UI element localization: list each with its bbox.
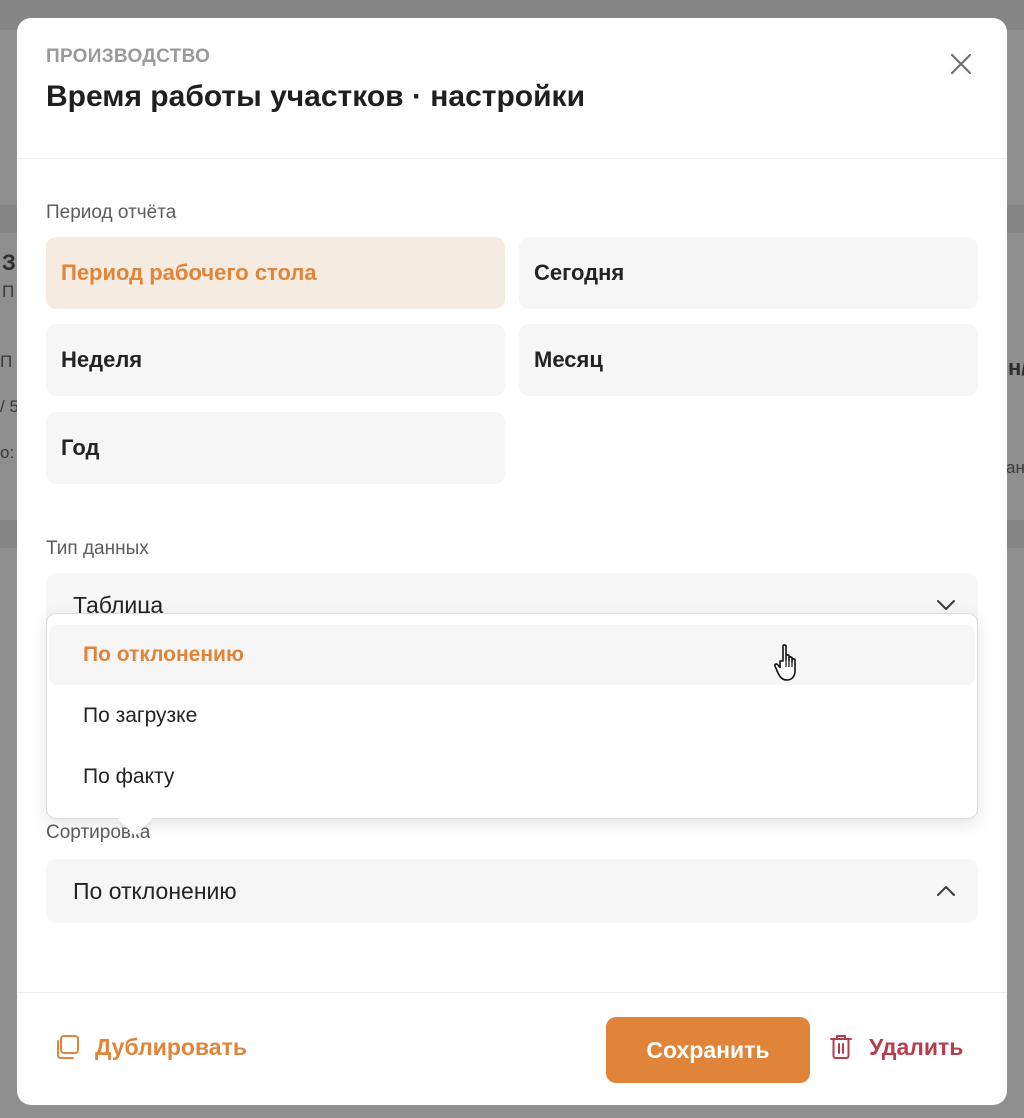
settings-modal: ПРОИЗВОДСТВО Время работы участков · нас…	[17, 18, 1007, 1105]
modal-header: ПРОИЗВОДСТВО Время работы участков · нас…	[17, 18, 1007, 159]
delete-label: Удалить	[869, 1033, 964, 1060]
dropdown-item-label: По загрузке	[83, 704, 198, 727]
data-type-label: Тип данных	[46, 538, 149, 559]
period-label: Период отчёта	[46, 202, 177, 223]
period-option-today[interactable]: Сегодня	[519, 237, 978, 309]
background-text: П	[0, 352, 13, 371]
modal-footer: Дублировать Сохранить Удалить	[17, 992, 1007, 1105]
duplicate-icon	[57, 1035, 79, 1059]
dropdown-item-label: По отклонению	[83, 643, 244, 666]
background-text: н/	[1008, 355, 1024, 380]
save-button[interactable]: Сохранить	[606, 1017, 810, 1083]
delete-button[interactable]: Удалить	[829, 1033, 963, 1061]
period-option-label: Сегодня	[534, 260, 625, 285]
period-option-month[interactable]: Месяц	[519, 324, 978, 396]
background-text: о:	[0, 443, 15, 462]
sorting-select[interactable]: По отклонению	[46, 859, 978, 923]
close-icon	[950, 53, 972, 75]
trash-icon	[830, 1035, 852, 1059]
sort-dropdown-menu: По отклонению По загрузке По факту	[46, 613, 978, 836]
period-option-week[interactable]: Неделя	[46, 324, 505, 396]
dropdown-item-label: По факту	[83, 765, 175, 788]
period-option-label: Период рабочего стола	[61, 260, 317, 285]
dropdown-item-load[interactable]: По загрузке	[49, 686, 975, 746]
period-option-year[interactable]: Год	[46, 412, 505, 484]
dropdown-item-deviation[interactable]: По отклонению	[49, 625, 975, 685]
sorting-value: По отклонению	[73, 877, 237, 904]
close-button[interactable]	[945, 48, 977, 80]
background-text: З	[2, 250, 16, 275]
period-option-label: Год	[61, 435, 100, 460]
chevron-up-icon	[937, 886, 955, 896]
period-option-label: Месяц	[534, 347, 603, 372]
duplicate-label: Дублировать	[95, 1033, 247, 1060]
period-option-label: Неделя	[61, 347, 143, 372]
modal-title: Время работы участков · настройки	[46, 80, 586, 113]
duplicate-button[interactable]: Дублировать	[53, 1033, 247, 1061]
dropdown-item-fact[interactable]: По факту	[49, 747, 975, 807]
background-text: П	[2, 282, 15, 301]
save-label: Сохранить	[646, 1036, 770, 1063]
modal-eyebrow: ПРОИЗВОДСТВО	[46, 46, 211, 67]
hand-cursor-icon	[774, 644, 796, 681]
background-text: ан	[1006, 458, 1024, 477]
period-option-desktop[interactable]: Период рабочего стола	[46, 237, 505, 309]
